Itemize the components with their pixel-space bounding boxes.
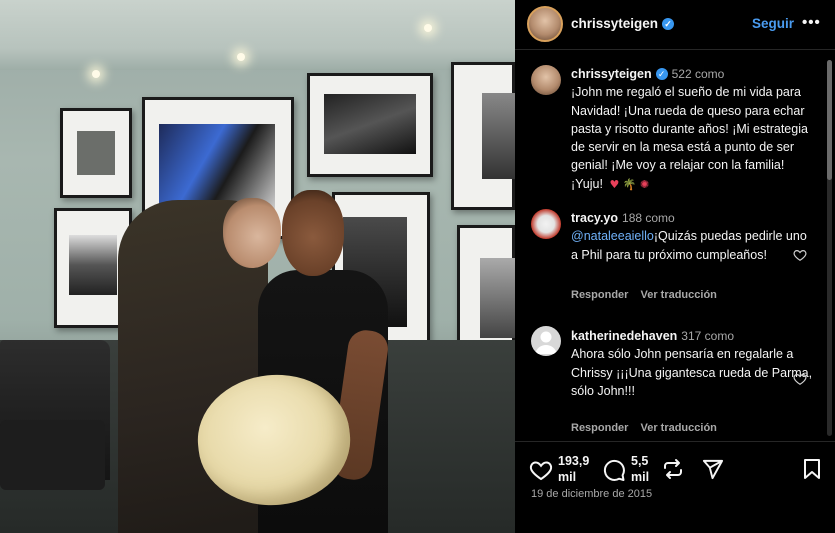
- likes-count[interactable]: 193,9 mil: [558, 453, 589, 485]
- more-options-icon[interactable]: •••: [802, 14, 821, 31]
- author-username[interactable]: chrissyteigen ✓: [571, 16, 675, 31]
- post-footer: 193,9 mil 5,5 mil 19 de diciembre de 201…: [515, 441, 835, 533]
- see-translation-button[interactable]: Ver traducción: [640, 289, 716, 301]
- comment-bubble-icon[interactable]: [602, 458, 626, 482]
- comment-username[interactable]: tracy.yo: [571, 211, 618, 225]
- comments-count-value: 5,5: [631, 454, 649, 468]
- see-translation-button[interactable]: Ver traducción: [640, 422, 716, 434]
- post-side-panel: chrissyteigen ✓ Seguir ••• chrissyteigen ✓…: [515, 0, 835, 533]
- ceiling-light: [92, 70, 100, 78]
- reply-button[interactable]: Responder: [571, 289, 628, 301]
- comment-meta: 317 como: [681, 329, 734, 343]
- caption-username[interactable]: chrissyteigen: [571, 67, 652, 81]
- wall-frame: [60, 108, 132, 198]
- comment-username[interactable]: katherinedehaven: [571, 329, 677, 343]
- wall-frame: [307, 73, 433, 177]
- comments-count[interactable]: 5,5 mil: [631, 453, 649, 485]
- reply-button[interactable]: Responder: [571, 422, 628, 434]
- author-username-text[interactable]: chrissyteigen: [571, 16, 658, 31]
- comment-mention-link[interactable]: @nataleeaiello: [571, 229, 654, 243]
- share-send-icon[interactable]: [701, 458, 724, 481]
- likes-count-value: 193,9: [558, 454, 590, 468]
- photo-man-head: [282, 190, 344, 276]
- comment-text: Ahora sólo John pensaría en regalarle a …: [571, 347, 813, 398]
- author-avatar[interactable]: [527, 6, 563, 42]
- post-header: chrissyteigen ✓ Seguir •••: [515, 0, 835, 50]
- comment-avatar-default[interactable]: [531, 326, 561, 356]
- caption-emojis: ♥ 🌴 ✺: [609, 177, 650, 191]
- repost-icon[interactable]: [661, 457, 685, 481]
- verified-badge-icon: ✓: [655, 68, 668, 80]
- comment-meta: 188 como: [622, 211, 675, 225]
- comment-item: katherinedehaven 317 como Ahora sólo John…: [571, 327, 816, 400]
- caption: chrissyteigen ✓ 522 como ¡John me regaló e…: [571, 65, 816, 194]
- comments-scroll-area[interactable]: chrissyteigen ✓ 522 como ¡John me regaló e…: [515, 51, 835, 441]
- comment-like-heart-icon[interactable]: [793, 372, 807, 386]
- comment-avatar[interactable]: [531, 209, 561, 239]
- photo-woman-head: [223, 198, 281, 268]
- caption-author-avatar[interactable]: [531, 65, 561, 95]
- ceiling-light: [424, 24, 432, 32]
- post-date: 19 de diciembre de 2015: [531, 488, 653, 500]
- verified-badge-icon: ✓: [662, 18, 675, 30]
- save-bookmark-icon[interactable]: [802, 458, 822, 480]
- default-user-icon: [535, 331, 557, 354]
- comments-count-unit: mil: [631, 470, 650, 484]
- instagram-post-view: chrissyteigen ✓ Seguir ••• chrissyteigen ✓…: [0, 0, 835, 533]
- scrollbar-thumb[interactable]: [827, 60, 832, 180]
- photo-ceiling: [0, 0, 515, 70]
- follow-button[interactable]: Seguir: [752, 16, 794, 31]
- likes-count-unit: mil: [558, 470, 577, 484]
- comment-item: tracy.yo 188 como @nataleeaiello¡Quizás p…: [571, 209, 816, 264]
- comment-actions: Responder Ver traducción: [571, 289, 729, 301]
- like-heart-icon[interactable]: [529, 458, 553, 482]
- post-photo[interactable]: [0, 0, 515, 533]
- caption-meta: 522 como: [671, 67, 725, 81]
- wall-frame: [451, 62, 515, 210]
- ceiling-light: [237, 53, 245, 61]
- caption-text: ¡John me regaló el sueño de mi vida para…: [571, 85, 808, 191]
- comment-actions: Responder Ver traducción: [571, 422, 729, 434]
- photo-sofa-cushion: [0, 420, 105, 490]
- comment-like-heart-icon[interactable]: [793, 248, 807, 262]
